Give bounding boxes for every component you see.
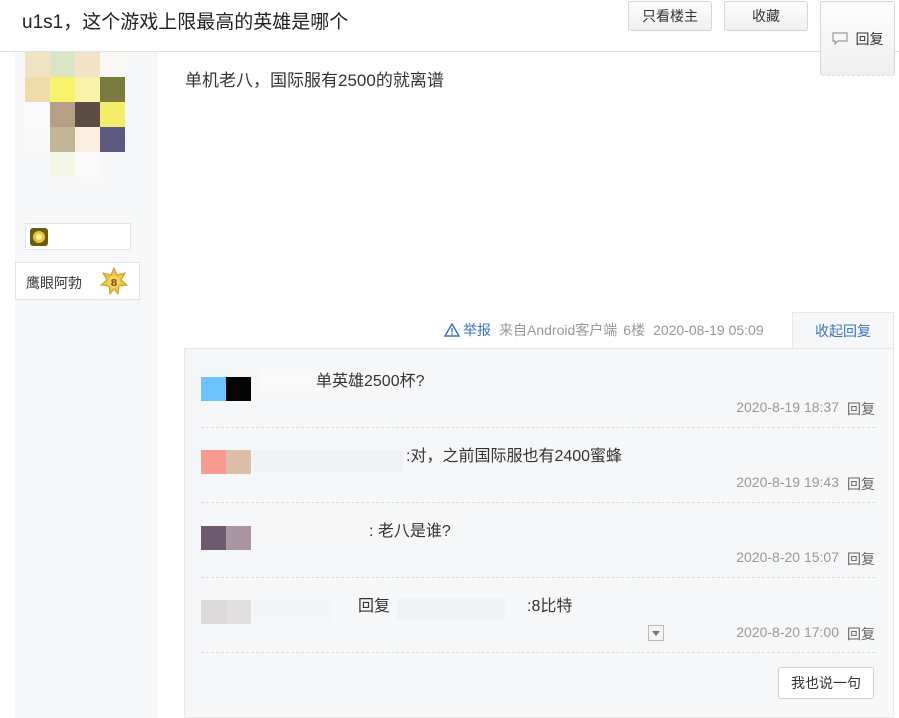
comment-bubble-icon xyxy=(831,32,848,46)
user-title-badge[interactable]: 鹰眼阿勃 8 xyxy=(15,262,140,300)
reply-link[interactable]: 回复 xyxy=(847,474,875,494)
reply-prefix: 回复 xyxy=(358,598,391,615)
reply-list: 单英雄2500杯? 2020-8-19 18:37 回复 :对，之前国际服也有2… xyxy=(184,348,894,718)
client-source: 来自Android客户端 xyxy=(499,322,618,338)
reply-time: 2020-8-20 17:00 xyxy=(736,624,839,640)
reply-item: 回复 :8比特 2020-8-20 17:00 回复 xyxy=(201,578,875,653)
medal-icon xyxy=(30,228,48,246)
reply-text: :对，之前国际服也有2400蜜蜂 xyxy=(406,448,623,465)
reply-username[interactable] xyxy=(253,450,403,472)
reply-text: 单英雄2500杯? xyxy=(316,373,425,390)
member-badge[interactable] xyxy=(25,223,131,250)
add-comment-button[interactable]: 我也说一句 xyxy=(778,667,874,699)
reply-button-label: 回复 xyxy=(855,30,884,47)
warning-icon xyxy=(444,323,460,337)
report-label: 举报 xyxy=(463,322,491,338)
level-star-icon: 8 xyxy=(99,266,129,296)
collapse-replies-button[interactable]: 收起回复 xyxy=(792,312,894,349)
user-title-name: 鹰眼阿勃 xyxy=(26,275,82,291)
reply-link[interactable]: 回复 xyxy=(847,624,875,644)
reply-item: :对，之前国际服也有2400蜜蜂 2020-8-19 19:43 回复 xyxy=(201,428,875,503)
author-sidebar: 鹰眼阿勃 8 xyxy=(15,52,158,718)
reply-button[interactable]: 回复 xyxy=(820,1,895,76)
level-number: 8 xyxy=(111,278,118,289)
favorite-button[interactable]: 收藏 xyxy=(724,1,808,31)
reply-username[interactable] xyxy=(253,600,333,622)
post-meta: 举报 来自Android客户端 6楼 2020-08-19 05:09 xyxy=(444,320,764,340)
reply-username[interactable] xyxy=(257,517,357,539)
reply-avatar[interactable] xyxy=(201,377,251,401)
post-time: 2020-08-19 05:09 xyxy=(653,322,764,338)
reply-text: : 老八是谁? xyxy=(369,523,451,540)
post-content: 单机老八，国际服有2500的就离谱 xyxy=(185,71,444,90)
reply-text: :8比特 xyxy=(527,598,573,615)
reply-time: 2020-8-19 18:37 xyxy=(736,399,839,415)
thread-header: u1s1，这个游戏上限最高的英雄是哪个 只看楼主 收藏 回复 xyxy=(0,0,899,76)
reply-item: : 老八是谁? 2020-8-20 15:07 回复 xyxy=(201,503,875,578)
floor-number: 6楼 xyxy=(623,322,646,338)
expand-icon[interactable] xyxy=(648,625,664,641)
reply-link[interactable]: 回复 xyxy=(847,549,875,569)
reply-link[interactable]: 回复 xyxy=(847,399,875,419)
reply-time: 2020-8-20 15:07 xyxy=(736,549,839,565)
reply-avatar[interactable] xyxy=(201,600,251,624)
reply-avatar[interactable] xyxy=(201,450,251,474)
thread-title: u1s1，这个游戏上限最高的英雄是哪个 xyxy=(22,12,349,33)
report-link[interactable]: 举报 xyxy=(444,320,491,340)
reply-time: 2020-8-19 19:43 xyxy=(736,474,839,490)
reply-item: 单英雄2500杯? 2020-8-19 18:37 回复 xyxy=(201,353,875,428)
only-op-button[interactable]: 只看楼主 xyxy=(628,1,712,31)
reply-target-username[interactable] xyxy=(397,598,505,620)
avatar[interactable] xyxy=(25,52,125,177)
reply-avatar[interactable] xyxy=(201,526,251,550)
